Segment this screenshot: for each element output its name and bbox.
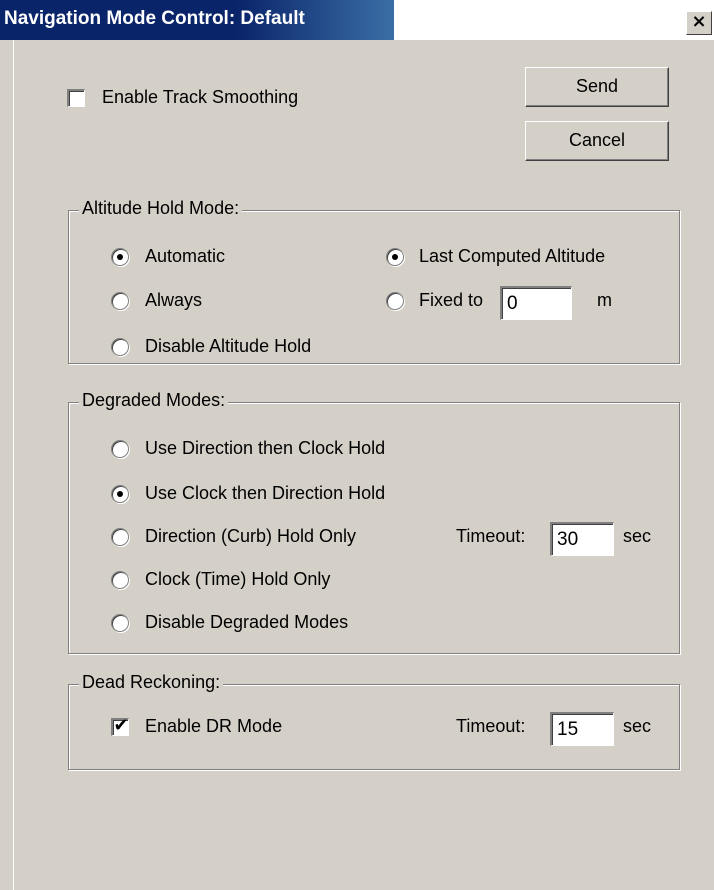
fixed-altitude-radio[interactable]	[386, 292, 404, 310]
degraded-option-label-4: Disable Degraded Modes	[145, 612, 349, 632]
dr-timeout-unit: sec	[623, 716, 652, 736]
degraded-timeout-unit: sec	[623, 526, 652, 546]
degraded-option-label-1: Use Clock then Direction Hold	[145, 483, 386, 503]
altitude-disable-label: Disable Altitude Hold	[145, 336, 312, 356]
altitude-disable-radio[interactable]	[111, 338, 129, 356]
dead-reckoning-group-label: Dead Reckoning:	[79, 672, 224, 693]
dr-timeout-label: Timeout:	[456, 716, 526, 736]
send-button[interactable]: Send	[525, 67, 669, 107]
degraded-option-radio-2[interactable]	[111, 528, 129, 546]
last-computed-altitude-radio[interactable]	[386, 248, 404, 266]
dialog-window: Navigation Mode Control: Default × Enabl…	[0, 0, 714, 890]
altitude-hold-group-label: Altitude Hold Mode:	[79, 198, 243, 219]
fixed-altitude-unit: m	[597, 290, 612, 310]
enable-dr-checkbox[interactable]: ✔	[111, 715, 129, 736]
altitude-always-label: Always	[145, 290, 203, 310]
checkmark-icon: ✔	[113, 715, 129, 736]
degraded-option-label-0: Use Direction then Clock Hold	[145, 438, 386, 458]
track-smoothing-label: Enable Track Smoothing	[102, 87, 299, 107]
altitude-automatic-radio[interactable]	[111, 248, 129, 266]
cancel-button[interactable]: Cancel	[525, 121, 669, 161]
degraded-timeout-label: Timeout:	[456, 526, 526, 546]
last-computed-altitude-label: Last Computed Altitude	[419, 246, 606, 266]
title-bar: Navigation Mode Control: Default ×	[0, 0, 714, 40]
dr-timeout-input[interactable]: 15	[550, 712, 614, 746]
degraded-option-label-2: Direction (Curb) Hold Only	[145, 526, 357, 546]
fixed-altitude-label: Fixed to	[419, 290, 484, 310]
fixed-altitude-input[interactable]: 0	[500, 286, 572, 320]
degraded-option-label-3: Clock (Time) Hold Only	[145, 569, 331, 589]
close-button[interactable]: ×	[686, 11, 712, 35]
altitude-always-radio[interactable]	[111, 292, 129, 310]
degraded-modes-group-label: Degraded Modes:	[79, 390, 229, 411]
track-smoothing-checkbox[interactable]	[67, 89, 85, 107]
altitude-automatic-label: Automatic	[145, 246, 226, 266]
degraded-option-radio-4[interactable]	[111, 614, 129, 632]
degraded-option-radio-0[interactable]	[111, 440, 129, 458]
degraded-timeout-input[interactable]: 30	[550, 522, 614, 556]
degraded-option-radio-3[interactable]	[111, 571, 129, 589]
close-icon: ×	[691, 11, 707, 32]
window-title: Navigation Mode Control: Default	[4, 8, 305, 29]
dialog-client-area: Enable Track Smoothing Send Cancel Altit…	[13, 40, 714, 890]
degraded-option-radio-1[interactable]	[111, 485, 129, 503]
enable-dr-label: Enable DR Mode	[145, 716, 283, 736]
